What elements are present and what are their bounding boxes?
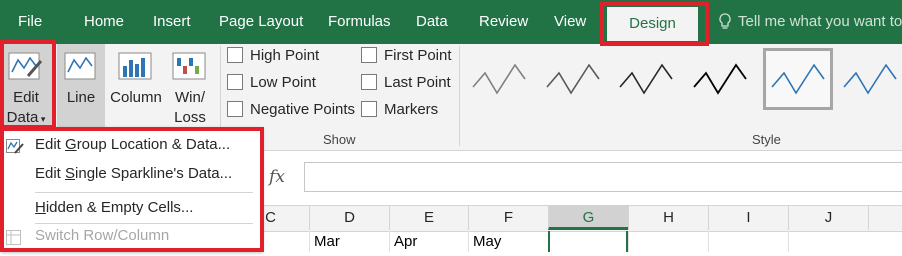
tab-data[interactable]: Data	[416, 0, 448, 44]
edit-data-dropdown-menu: Edit Group Location & Data... Edit Singl…	[0, 127, 262, 252]
low-point-checkbox[interactable]: Low Point	[227, 73, 316, 93]
column-header-d[interactable]: D	[309, 205, 389, 230]
column-header-g[interactable]: G	[548, 205, 628, 230]
sparkline-style-dark-gray[interactable]	[614, 51, 680, 107]
markers-checkbox[interactable]: Markers	[361, 100, 438, 120]
style-group-label: Style	[752, 132, 781, 147]
win-loss-icon[interactable]	[172, 52, 208, 82]
markers-label: Markers	[384, 101, 439, 118]
formula-input[interactable]	[304, 162, 902, 192]
edit-data-label: Edit Data ▾	[2, 88, 50, 129]
menu-text: Edit	[35, 136, 66, 153]
negative-points-checkbox[interactable]: Negative Points	[227, 100, 355, 120]
sparkline-style-blue-selected[interactable]	[763, 48, 833, 110]
chevron-down-icon: ▾	[38, 114, 46, 124]
group-separator	[459, 46, 460, 146]
column-header-j[interactable]: J	[788, 205, 868, 230]
edit-sparkline-icon	[6, 137, 24, 154]
edit-sparkline-icon	[8, 52, 44, 82]
tab-page-layout[interactable]: Page Layout	[219, 0, 303, 44]
first-point-label: First Point	[384, 47, 452, 64]
show-group-label: Show	[323, 132, 356, 147]
last-point-checkbox[interactable]: Last Point	[361, 73, 451, 93]
tab-design[interactable]: Design	[607, 7, 698, 41]
win-loss-label-line2: Loss	[174, 109, 206, 126]
insert-function-button[interactable]: fx	[263, 165, 291, 189]
line-label: Line	[66, 89, 96, 106]
menu-text: roup Location & Data...	[76, 136, 231, 153]
cell-e[interactable]: Apr	[389, 231, 468, 252]
tab-formulas[interactable]: Formulas	[328, 0, 391, 44]
menu-item-switch-row-column: Switch Row/Column	[0, 222, 258, 250]
win-loss-label-line1: Win/	[175, 89, 205, 106]
column-header-f[interactable]: F	[468, 205, 548, 230]
menu-accelerator: H	[35, 199, 46, 216]
column-label[interactable]: Column	[106, 88, 166, 108]
column-chart-icon[interactable]	[118, 52, 154, 82]
cell-f[interactable]: May	[468, 231, 548, 252]
menu-item-edit-group-location[interactable]: Edit Group Location & Data...	[0, 131, 258, 159]
cell-i[interactable]	[708, 231, 788, 252]
menu-text: idden & Empty Cells...	[45, 199, 194, 216]
lightbulb-icon	[718, 13, 732, 31]
high-point-label: High Point	[250, 47, 320, 64]
high-point-checkbox[interactable]: High Point	[227, 46, 319, 66]
menu-text: Edit	[35, 165, 66, 182]
cell-h[interactable]	[628, 231, 708, 252]
tab-review[interactable]: Review	[479, 0, 528, 44]
menu-text: Switch Row/Column	[35, 227, 170, 244]
sparkline-style-black[interactable]	[688, 51, 754, 107]
menu-item-edit-single-sparkline[interactable]: Edit Single Sparkline's Data...	[0, 160, 258, 188]
menu-divider	[35, 192, 253, 193]
tab-home[interactable]: Home	[84, 0, 124, 44]
last-point-label: Last Point	[384, 74, 451, 91]
column-header-h[interactable]: H	[628, 205, 708, 230]
cell-d[interactable]: Mar	[309, 231, 389, 252]
tell-me-search[interactable]: Tell me what you want to	[738, 0, 902, 44]
first-point-checkbox[interactable]: First Point	[361, 46, 452, 66]
edit-data-label-line2: Data	[6, 109, 39, 126]
cell-j[interactable]	[788, 231, 868, 252]
column-header-i[interactable]: I	[708, 205, 788, 230]
switch-row-column-icon	[6, 228, 24, 245]
tab-insert[interactable]: Insert	[153, 0, 191, 44]
menu-accelerator: G	[65, 136, 77, 153]
column-header-k[interactable]	[868, 205, 902, 230]
menu-accelerator: S	[65, 165, 76, 182]
sparkline-style-gray[interactable]	[541, 51, 607, 107]
menu-text: ingle Sparkline's Data...	[75, 165, 233, 182]
tab-file[interactable]: File	[18, 0, 42, 44]
sparkline-style-gray-light[interactable]	[467, 51, 533, 107]
column-header-e[interactable]: E	[389, 205, 468, 230]
cell-g-selected[interactable]	[548, 231, 628, 252]
edit-data-label-line1: Edit	[13, 89, 39, 106]
tab-view[interactable]: View	[554, 0, 586, 44]
negative-points-label: Negative Points	[250, 101, 356, 118]
low-point-label: Low Point	[250, 74, 316, 91]
menu-item-hidden-empty-cells[interactable]: Hidden & Empty Cells...	[0, 194, 258, 222]
sparkline-style-blue[interactable]	[838, 51, 902, 107]
line-chart-icon	[64, 52, 100, 82]
win-loss-label[interactable]: Win/ Loss	[166, 88, 214, 128]
